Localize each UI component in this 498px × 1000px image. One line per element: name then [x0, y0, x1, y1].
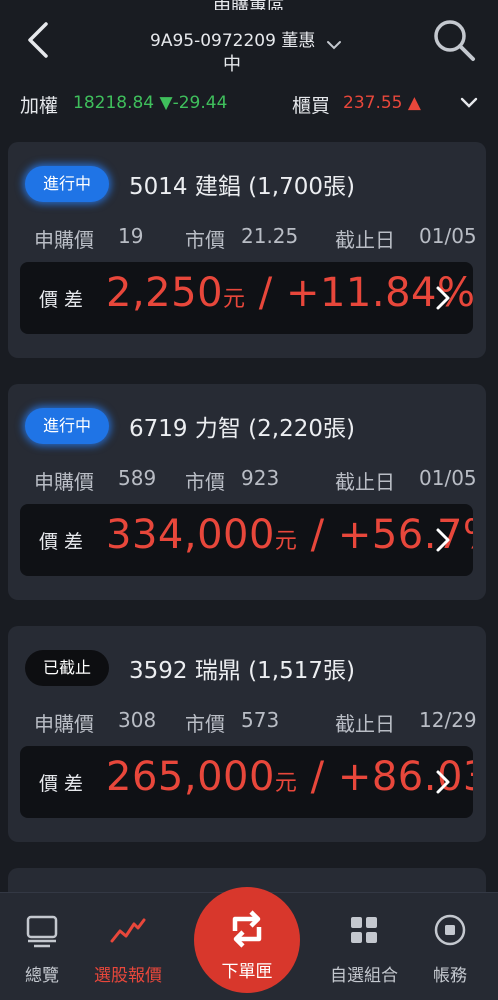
nav-watchlist[interactable]: 自選組合 — [324, 911, 404, 986]
record-circle-icon — [434, 914, 466, 946]
nav-quotes[interactable]: 選股報價 — [88, 911, 168, 986]
deadline: 12/29 — [419, 708, 477, 732]
ipo-card[interactable]: 已截止 3592 瑞鼎 (1,517張) 申購價 308 市價 573 截止日 … — [8, 626, 486, 842]
index-value-otc: 237.55 ▲ — [343, 93, 421, 113]
price-diff-unit: 元 — [223, 287, 246, 312]
market-price: 923 — [241, 466, 280, 490]
account-name-continued: 中 — [223, 54, 241, 75]
stock-title: 5014 建錩 (1,700張) — [129, 174, 355, 200]
info-row: 申購價 589 市價 923 截止日 01/05 — [34, 466, 484, 496]
nav-account[interactable]: 帳務 — [410, 911, 490, 986]
swap-icon — [232, 910, 262, 948]
price-diff-value: 334,000元 / +56.7% — [106, 512, 473, 558]
market-price-label: 市價 — [185, 712, 225, 736]
price-diff-box[interactable]: 價差 265,000元 / +86.03% — [20, 746, 473, 818]
deadline: 01/05 — [419, 224, 477, 248]
price-diff-label: 價差 — [39, 531, 90, 553]
chevron-down-icon[interactable] — [326, 38, 342, 52]
index-label-taiex: 加權 — [20, 95, 59, 117]
deadline-label: 截止日 — [335, 712, 395, 736]
subscription-price: 589 — [118, 466, 157, 490]
deadline-label: 截止日 — [335, 470, 395, 494]
market-price-label: 市價 — [185, 228, 225, 252]
price-diff-box[interactable]: 價差 334,000元 / +56.7% — [20, 504, 473, 576]
app-header: 申購專區 9A95-0972209 董惠 中 — [0, 0, 498, 80]
deadline-label: 截止日 — [335, 228, 395, 252]
order-button-label: 下單匣 — [221, 962, 273, 982]
price-diff-label: 價差 — [39, 773, 90, 795]
price-diff-unit: 元 — [274, 529, 298, 554]
chevron-left-icon — [28, 22, 48, 58]
subscription-price: 308 — [118, 708, 157, 732]
search-button[interactable] — [432, 18, 476, 62]
subscription-price-label: 申購價 — [34, 470, 94, 494]
page-title: 申購專區 — [0, 0, 498, 10]
search-icon — [434, 20, 475, 61]
status-badge: 進行中 — [25, 166, 109, 202]
chevron-down-icon[interactable] — [460, 96, 478, 110]
price-diff-amount: 2,250 — [106, 270, 224, 316]
trend-line-icon — [110, 918, 146, 943]
price-diff-amount: 265,000 — [106, 754, 275, 800]
nav-watchlist-label: 自選組合 — [330, 966, 398, 986]
grid-icon — [351, 917, 377, 943]
price-diff-amount: 334,000 — [106, 512, 275, 558]
account-selector[interactable]: 9A95-0972209 董惠 — [150, 26, 315, 51]
index-bar: 加權 18218.84 ▼-29.44 櫃買 237.55 ▲ — [0, 80, 498, 128]
nav-quotes-label: 選股報價 — [94, 966, 162, 986]
ipo-card[interactable]: 進行中 5014 建錩 (1,700張) 申購價 19 市價 21.25 截止日… — [8, 142, 486, 358]
info-row: 申購價 308 市價 573 截止日 12/29 — [34, 708, 484, 738]
market-price: 573 — [241, 708, 280, 732]
price-diff-value: 2,250元 / +11.84% — [106, 270, 473, 316]
nav-overview-label: 總覽 — [25, 966, 59, 986]
stock-title: 6719 力智 (2,220張) — [129, 416, 355, 442]
subscription-price-label: 申購價 — [34, 228, 94, 252]
chevron-right-icon — [436, 528, 450, 552]
nav-account-label: 帳務 — [433, 966, 467, 986]
subscription-price: 19 — [118, 224, 144, 248]
index-label-otc: 櫃買 — [292, 95, 331, 117]
chevron-right-icon — [436, 770, 450, 794]
market-price-label: 市價 — [185, 470, 225, 494]
monitor-icon — [26, 915, 58, 948]
stock-title: 3592 瑞鼎 (1,517張) — [129, 658, 355, 684]
subscription-price-label: 申購價 — [34, 712, 94, 736]
market-price: 21.25 — [241, 224, 299, 248]
price-diff-label: 價差 — [39, 289, 90, 311]
nav-overview[interactable]: 總覽 — [2, 911, 82, 986]
info-row: 申購價 19 市價 21.25 截止日 01/05 — [34, 224, 484, 254]
deadline: 01/05 — [419, 466, 477, 490]
price-diff-unit: 元 — [274, 771, 298, 796]
order-button[interactable]: 下單匣 — [194, 887, 300, 993]
price-diff-value: 265,000元 / +86.03% — [106, 754, 473, 800]
index-value-taiex: 18218.84 ▼-29.44 — [73, 93, 228, 113]
ipo-card[interactable]: 進行中 6719 力智 (2,220張) 申購價 589 市價 923 截止日 … — [8, 384, 486, 600]
price-diff-box[interactable]: 價差 2,250元 / +11.84% — [20, 262, 473, 334]
status-badge: 進行中 — [25, 408, 109, 444]
status-badge: 已截止 — [25, 650, 109, 686]
back-button[interactable] — [22, 20, 56, 60]
chevron-right-icon — [436, 286, 450, 310]
